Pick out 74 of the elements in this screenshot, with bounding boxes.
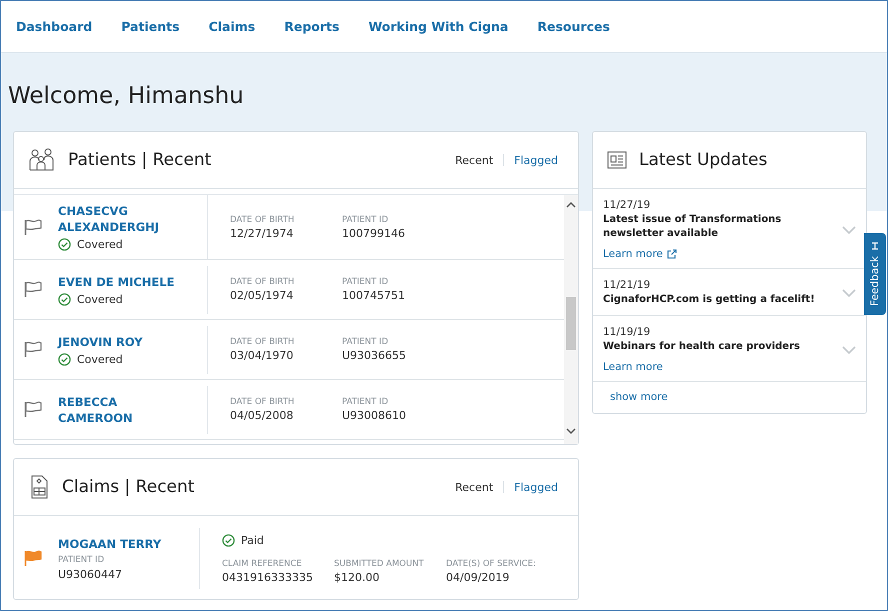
check-circle-icon xyxy=(58,238,71,251)
field-label: PATIENT ID xyxy=(342,277,390,287)
update-date: 11/19/19 xyxy=(603,326,652,338)
status-text: Covered xyxy=(77,238,123,251)
people-icon xyxy=(28,148,56,172)
field-label: DATE OF BIRTH xyxy=(230,397,296,407)
check-circle-icon xyxy=(58,292,71,306)
scrollbar[interactable] xyxy=(564,195,578,444)
learn-more-link[interactable]: Learn more xyxy=(603,248,677,260)
nav-link[interactable]: Dashboard xyxy=(16,19,92,34)
nav-link[interactable]: Patients xyxy=(121,19,180,34)
patient-name-link[interactable]: JENOVIN ROY xyxy=(58,334,188,350)
newspaper-icon xyxy=(607,151,627,169)
status-text: Covered xyxy=(77,352,123,366)
status-text: Covered xyxy=(77,292,123,306)
nav-link[interactable]: Resources xyxy=(537,19,610,34)
learn-more-link[interactable]: Learn more xyxy=(603,361,663,373)
tab[interactable]: Flagged xyxy=(514,154,558,166)
field-label: DATE OF BIRTH xyxy=(230,214,296,224)
patient-name-link[interactable]: REBECCA CAMEROON xyxy=(58,394,188,426)
field-value: 04/09/2019 xyxy=(446,570,510,584)
field-label: DATE OF BIRTH xyxy=(230,337,296,347)
update-date: 11/27/19 xyxy=(603,199,652,211)
flag-icon[interactable] xyxy=(24,401,42,418)
scrollbar-thumb[interactable] xyxy=(566,297,576,350)
field-value: 0431916333335 xyxy=(222,570,314,584)
nav-link[interactable]: Reports xyxy=(284,19,340,34)
field-value: 02/05/1974 xyxy=(230,289,294,302)
chevron-up-icon[interactable] xyxy=(566,202,576,208)
card-title: Latest Updates xyxy=(639,150,768,170)
status-text: Paid xyxy=(241,534,264,546)
field-label: PATIENT ID xyxy=(342,214,390,224)
nav-link[interactable]: Claims xyxy=(208,19,256,34)
patient-name-link[interactable]: EVEN DE MICHELE xyxy=(58,274,188,290)
update-title: CignaforHCP.com is getting a facelift! xyxy=(603,293,816,307)
field-label: PATIENT ID xyxy=(342,337,390,347)
chevron-down-icon[interactable] xyxy=(566,428,576,434)
update-title: Webinars for health care providers xyxy=(603,340,801,354)
flag-icon[interactable] xyxy=(24,218,42,236)
tab[interactable]: Recent xyxy=(455,154,494,166)
field-value: U93036655 xyxy=(342,349,408,362)
card-title: Claims | Recent xyxy=(62,477,196,497)
check-circle-icon xyxy=(58,352,71,366)
flag-icon[interactable] xyxy=(24,550,42,567)
field-value: U93060447 xyxy=(58,568,124,581)
field-value: 03/04/1970 xyxy=(230,349,294,362)
feedback-icon xyxy=(871,242,879,250)
field-value: 100745751 xyxy=(342,289,406,302)
show-more-link[interactable]: show more xyxy=(593,382,866,413)
tab[interactable]: Flagged xyxy=(514,480,558,494)
field-label: SUBMITTED AMOUNT xyxy=(334,558,425,568)
update-title: Latest issue of Transformations newsletter available xyxy=(603,213,782,241)
update-date: 11/21/19 xyxy=(603,279,652,291)
patient-name-link[interactable]: CHASECVG ALEXANDERGHJ xyxy=(58,203,188,235)
flag-icon[interactable] xyxy=(24,341,42,358)
field-label: PATIENT ID xyxy=(342,397,390,407)
check-circle-icon xyxy=(222,534,235,546)
tab[interactable]: Recent xyxy=(455,480,494,494)
card-title: Patients | Recent xyxy=(68,150,212,170)
welcome-heading: Welcome, Himanshu xyxy=(7,82,245,111)
field-label: PATIENT ID xyxy=(58,555,106,565)
field-value: 12/27/1974 xyxy=(230,226,294,240)
field-value: U93008610 xyxy=(342,409,408,422)
field-value: 100799146 xyxy=(342,226,406,240)
field-value: $120.00 xyxy=(334,570,380,584)
field-label: DATE OF BIRTH xyxy=(230,277,296,287)
feedback-tab[interactable]: Feedback xyxy=(864,233,886,315)
patient-name-link[interactable]: MOGAAN TERRY xyxy=(58,536,188,552)
nav-link[interactable]: Working With Cigna xyxy=(368,19,508,34)
field-label: DATE(S) OF SERVICE: xyxy=(446,558,537,568)
external-link-icon xyxy=(666,249,677,259)
flag-icon[interactable] xyxy=(24,281,42,298)
field-value: 04/05/2008 xyxy=(230,409,294,422)
field-label: CLAIM REFERENCE xyxy=(222,558,303,568)
